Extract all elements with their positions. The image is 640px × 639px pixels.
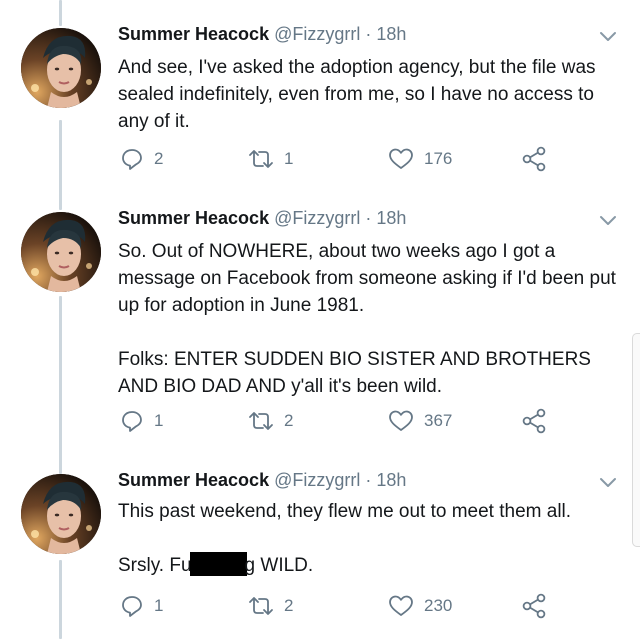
retweet-icon xyxy=(248,147,274,171)
heart-icon xyxy=(388,594,414,618)
tweet-paragraph: So. Out of NOWHERE, about two weeks ago … xyxy=(118,241,616,316)
reply-icon xyxy=(120,147,144,171)
reply-button[interactable]: 2 xyxy=(120,144,163,174)
retweet-icon xyxy=(248,594,274,618)
like-button[interactable]: 176 xyxy=(388,144,452,174)
avatar[interactable] xyxy=(21,474,101,554)
author-handle[interactable]: @Fizzygrrl xyxy=(274,470,360,490)
reply-icon xyxy=(120,409,144,433)
author-handle[interactable]: @Fizzygrrl xyxy=(274,24,360,44)
retweet-button[interactable]: 2 xyxy=(248,591,293,621)
tweet-header: Summer Heacock @Fizzygrrl · 18h xyxy=(118,22,406,46)
tweet-actions: 2 1 176 xyxy=(118,144,618,174)
twitter-thread: Summer Heacock @Fizzygrrl · 18h And see,… xyxy=(0,0,640,639)
tweet-text: And see, I've asked the adoption agency,… xyxy=(118,54,623,135)
timestamp[interactable]: 18h xyxy=(376,24,406,44)
reply-button[interactable]: 1 xyxy=(120,406,163,436)
reply-button[interactable]: 1 xyxy=(120,591,163,621)
tweet-header: Summer Heacock @Fizzygrrl · 18h xyxy=(118,468,406,492)
timestamp[interactable]: 18h xyxy=(376,470,406,490)
tweet-header: Summer Heacock @Fizzygrrl · 18h xyxy=(118,206,406,230)
retweet-count: 1 xyxy=(284,149,294,168)
reply-count: 2 xyxy=(154,149,164,168)
reply-icon xyxy=(120,594,144,618)
tweet-paragraph: This past weekend, they flew me out to m… xyxy=(118,501,572,522)
tweet-paragraph: Srsly. Fu g WILD. xyxy=(118,552,623,579)
timestamp[interactable]: 18h xyxy=(376,208,406,228)
tweet[interactable]: Summer Heacock @Fizzygrrl · 18h This pas… xyxy=(0,468,630,639)
avatar[interactable] xyxy=(21,28,101,108)
share-icon xyxy=(522,408,548,434)
author-handle[interactable]: @Fizzygrrl xyxy=(274,208,360,228)
share-icon xyxy=(522,593,548,619)
share-button[interactable] xyxy=(522,144,548,174)
retweet-button[interactable]: 2 xyxy=(248,406,293,436)
retweet-icon xyxy=(248,409,274,433)
reply-count: 1 xyxy=(154,596,164,615)
like-count: 230 xyxy=(424,596,453,615)
author-name[interactable]: Summer Heacock xyxy=(118,470,269,490)
share-button[interactable] xyxy=(522,406,548,436)
heart-icon xyxy=(388,409,414,433)
share-icon xyxy=(522,146,548,172)
chevron-down-icon[interactable] xyxy=(598,30,618,44)
text-before-redaction: Srsly. Fu xyxy=(118,555,192,576)
like-button[interactable]: 367 xyxy=(388,406,452,436)
tweet-actions: 1 2 367 xyxy=(118,406,618,436)
retweet-button[interactable]: 1 xyxy=(248,144,293,174)
chevron-down-icon[interactable] xyxy=(598,214,618,228)
tweet-text: This past weekend, they flew me out to m… xyxy=(118,498,623,579)
separator-dot: · xyxy=(365,208,372,228)
chevron-down-icon[interactable] xyxy=(598,476,618,490)
share-button[interactable] xyxy=(522,591,548,621)
scrollbar[interactable] xyxy=(632,333,640,547)
author-name[interactable]: Summer Heacock xyxy=(118,208,269,228)
separator-dot: · xyxy=(365,470,372,490)
retweet-count: 2 xyxy=(284,596,294,615)
redaction-bar xyxy=(189,552,247,576)
author-name[interactable]: Summer Heacock xyxy=(118,24,269,44)
avatar[interactable] xyxy=(21,212,101,292)
separator-dot: · xyxy=(365,24,372,44)
tweet-text: So. Out of NOWHERE, about two weeks ago … xyxy=(118,238,623,400)
text-after-redaction: g WILD. xyxy=(244,555,314,576)
like-button[interactable]: 230 xyxy=(388,591,452,621)
tweet[interactable]: Summer Heacock @Fizzygrrl · 18h And see,… xyxy=(0,22,630,192)
tweet-paragraph: And see, I've asked the adoption agency,… xyxy=(118,57,596,132)
retweet-count: 2 xyxy=(284,411,294,430)
reply-count: 1 xyxy=(154,411,164,430)
heart-icon xyxy=(388,147,414,171)
like-count: 367 xyxy=(424,411,453,430)
tweet[interactable]: Summer Heacock @Fizzygrrl · 18h So. Out … xyxy=(0,206,630,446)
like-count: 176 xyxy=(424,149,453,168)
tweet-paragraph: Folks: ENTER SUDDEN BIO SISTER AND BROTH… xyxy=(118,349,591,397)
tweet-actions: 1 2 230 xyxy=(118,591,618,621)
